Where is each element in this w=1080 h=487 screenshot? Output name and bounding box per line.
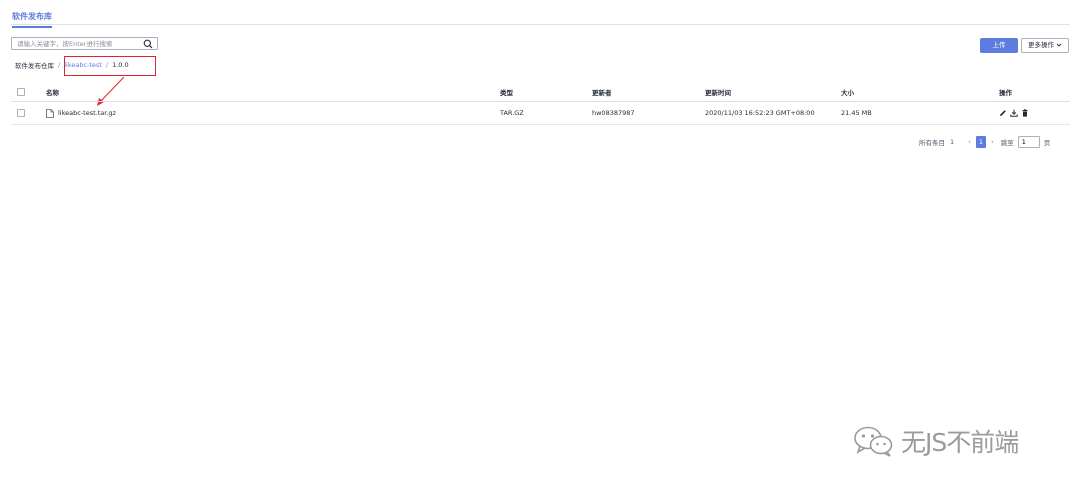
total-label: 所有条目: [919, 139, 945, 147]
prev-page-button[interactable]: ‹: [968, 138, 971, 146]
table-header: 名称 类型 更新者 更新时间 大小 操作: [11, 83, 1070, 102]
file-name-cell[interactable]: likeabc-test.tar.gz: [46, 102, 116, 124]
tab-software-release-repo[interactable]: 软件发布库: [12, 11, 52, 28]
file-icon: [46, 108, 54, 118]
total-count: 1: [950, 138, 955, 146]
pagination: 所有条目 1 ‹ 1 › 跳至 页: [919, 135, 1050, 149]
delete-icon[interactable]: [1021, 109, 1029, 117]
row-checkbox[interactable]: [17, 109, 25, 117]
file-type: TAR.GZ: [500, 109, 524, 117]
edit-icon[interactable]: [999, 109, 1007, 117]
page-unit-label: 页: [1043, 139, 1051, 147]
row-select-cell: [17, 102, 25, 124]
watermark-text: 无JS不前端: [901, 428, 1019, 457]
watermark: 无JS不前端: [853, 422, 1019, 460]
column-header-type[interactable]: 类型: [500, 83, 513, 101]
chevron-down-icon: [1056, 43, 1062, 47]
more-actions-label: 更多操作: [1027, 41, 1054, 49]
breadcrumb-separator: /: [58, 61, 61, 69]
table-row: likeabc-test.tar.gz TAR.GZ hw08387987 20…: [11, 102, 1070, 125]
goto-page-input[interactable]: [1017, 136, 1040, 148]
tab-bar: 软件发布库: [11, 0, 1070, 28]
search-icon[interactable]: [143, 39, 153, 49]
file-size: 21.45 MB: [841, 109, 872, 117]
file-updater: hw08387987: [592, 109, 635, 117]
search-input[interactable]: [17, 39, 137, 49]
column-header-actions: 操作: [999, 89, 1012, 97]
row-actions: [999, 102, 1032, 124]
upload-button[interactable]: 上传: [980, 38, 1018, 53]
column-header-updater[interactable]: 更新者: [592, 83, 612, 101]
wechat-icon: [854, 426, 893, 457]
more-actions-button[interactable]: 更多操作: [1021, 38, 1069, 53]
goto-label: 跳至: [1000, 139, 1014, 147]
annotation-highlight-box: [64, 56, 156, 76]
file-updated-time: 2020/11/03 16:52:23 GMT+08:00: [705, 109, 815, 117]
select-all-checkbox[interactable]: [17, 88, 25, 96]
column-header-size[interactable]: 大小: [841, 83, 854, 101]
column-header-name[interactable]: 名称: [46, 83, 59, 101]
select-all-cell: [17, 83, 25, 101]
file-name[interactable]: likeabc-test.tar.gz: [58, 109, 116, 117]
breadcrumb-root[interactable]: 软件发布仓库: [15, 60, 54, 70]
search-box[interactable]: [11, 37, 158, 50]
page-number-button[interactable]: 1: [975, 136, 986, 148]
column-header-updated-time[interactable]: 更新时间: [705, 83, 731, 101]
download-icon[interactable]: [1010, 109, 1018, 117]
next-page-button[interactable]: ›: [991, 138, 994, 146]
artifact-table: 名称 类型 更新者 更新时间 大小 操作 likeabc-test.tar.gz…: [11, 83, 1070, 125]
